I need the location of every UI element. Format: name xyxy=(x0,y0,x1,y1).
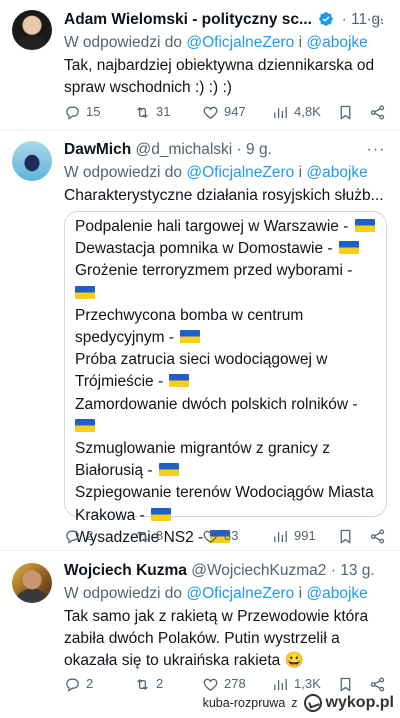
timestamp[interactable]: 13 g. xyxy=(340,562,374,579)
reply-count: 15 xyxy=(86,104,101,119)
author-handle[interactable]: @WojciechKuzma2 xyxy=(191,562,326,579)
mention-link[interactable]: @abojke xyxy=(306,34,367,51)
like-count: 947 xyxy=(224,104,246,119)
bookmark-icon xyxy=(340,529,350,544)
views-icon xyxy=(274,530,287,542)
reply-context: W odpowiedzi do @OficjalneZero i @abojke xyxy=(64,585,368,602)
mention-link[interactable]: @OficjalneZero xyxy=(186,34,294,51)
bookmark-icon xyxy=(340,677,350,692)
ukraine-flag-icon xyxy=(75,418,95,432)
tweet-header: Wojciech Kuzma @WojciechKuzma2 · 13 g. xyxy=(64,562,375,579)
tweet-header: Adam Wielomski - polityczny sc... · 11 g… xyxy=(64,11,385,28)
mention-link[interactable]: @OficjalneZero xyxy=(186,164,294,181)
reply-button[interactable]: 2 xyxy=(64,525,93,547)
like-button[interactable]: 947 xyxy=(202,101,246,123)
ukraine-flag-icon xyxy=(158,463,179,477)
share-button[interactable] xyxy=(366,101,388,123)
tweet-header: DawMich @d_michalski · 9 g. xyxy=(64,141,272,158)
more-options-icon[interactable]: ··· xyxy=(364,9,388,31)
reply-button[interactable]: 2 xyxy=(64,673,93,695)
views-count: 4,8K xyxy=(294,104,321,119)
views-icon xyxy=(274,678,287,690)
retweet-count: 2 xyxy=(156,676,164,691)
views-icon xyxy=(274,106,287,118)
mention-link[interactable]: @abojke xyxy=(306,164,367,181)
retweet-button[interactable]: 8 xyxy=(134,525,163,547)
watermark: kuba-rozpruwa z wykop.pl xyxy=(203,691,394,715)
author-name[interactable]: Wojciech Kuzma xyxy=(64,562,187,579)
reply-count: 2 xyxy=(86,676,94,691)
reply-button[interactable]: 15 xyxy=(64,101,100,123)
reply-icon xyxy=(66,530,79,544)
tweet-text: Tak samo jak z rakietą w Przewodowie któ… xyxy=(64,608,369,669)
author-name[interactable]: DawMich xyxy=(64,141,131,158)
reply-icon xyxy=(66,106,79,120)
author-name[interactable]: Adam Wielomski - polityczny sc... xyxy=(64,11,312,28)
reply-context: W odpowiedzi do @OficjalneZero i @abojke xyxy=(64,164,368,181)
watermark-user: kuba-rozpruwa xyxy=(202,696,286,710)
author-handle[interactable]: @d_michalski xyxy=(136,141,233,158)
retweet-icon xyxy=(137,106,148,118)
bookmark-button[interactable] xyxy=(334,525,356,547)
watermark-suffix: z xyxy=(291,696,298,710)
tweet-actions: 15 31 947 4,8K xyxy=(64,101,388,123)
retweet-button[interactable]: 2 xyxy=(134,673,163,695)
reply-context: W odpowiedzi do @OficjalneZero i @abojke xyxy=(64,34,368,51)
heart-icon xyxy=(203,530,218,543)
views-button[interactable]: 991 xyxy=(272,525,316,547)
heart-icon xyxy=(203,106,218,119)
tweet-text: Charakterystyczne działania rosyjskich s… xyxy=(64,187,384,204)
retweet-icon xyxy=(137,678,148,690)
ukraine-flag-icon xyxy=(354,219,375,232)
views-button[interactable]: 4,8K xyxy=(272,101,321,123)
wykop-logo: wykop.pl xyxy=(303,694,394,712)
share-button[interactable] xyxy=(366,525,388,547)
verified-badge-icon xyxy=(319,12,334,26)
retweet-count: 31 xyxy=(156,104,171,119)
ukraine-flag-icon xyxy=(180,330,201,344)
bookmark-button[interactable] xyxy=(334,101,356,123)
heart-icon xyxy=(203,678,218,691)
share-icon xyxy=(370,528,384,544)
mention-link[interactable]: @OficjalneZero xyxy=(186,585,294,602)
share-icon xyxy=(370,676,384,692)
reply-count: 2 xyxy=(86,528,94,543)
ukraine-flag-icon xyxy=(75,285,95,299)
ukraine-flag-icon xyxy=(338,241,359,255)
tweet-text: Tak, najbardziej obiektywna dziennikarsk… xyxy=(64,57,375,96)
like-count: 83 xyxy=(224,528,239,543)
avatar[interactable] xyxy=(12,10,52,50)
share-icon xyxy=(370,104,384,120)
like-button[interactable]: 83 xyxy=(202,525,238,547)
more-options-icon[interactable]: ··· xyxy=(364,139,388,161)
retweet-button[interactable]: 31 xyxy=(134,101,170,123)
timestamp[interactable]: 9 g. xyxy=(246,141,272,158)
retweet-icon xyxy=(137,530,148,542)
tweet[interactable]: Adam Wielomski - polityczny sc... · 11 g… xyxy=(0,0,400,132)
bookmark-icon xyxy=(340,105,350,120)
mention-link[interactable]: @abojke xyxy=(306,585,367,602)
tweet[interactable]: DawMich @d_michalski · 9 g. ··· W odpowi… xyxy=(0,131,400,549)
retweet-count: 8 xyxy=(156,528,164,543)
reply-icon xyxy=(66,678,79,692)
avatar[interactable] xyxy=(12,563,52,603)
wykop-logo-icon xyxy=(303,694,322,712)
tweet-actions: 2 8 83 991 xyxy=(64,525,388,547)
views-count: 991 xyxy=(294,528,316,543)
avatar[interactable] xyxy=(12,141,52,181)
quoted-content[interactable]: Podpalenie hali targowej w Warszawie - D… xyxy=(64,211,387,546)
ukraine-flag-icon xyxy=(151,507,172,521)
ukraine-flag-icon xyxy=(169,374,190,388)
